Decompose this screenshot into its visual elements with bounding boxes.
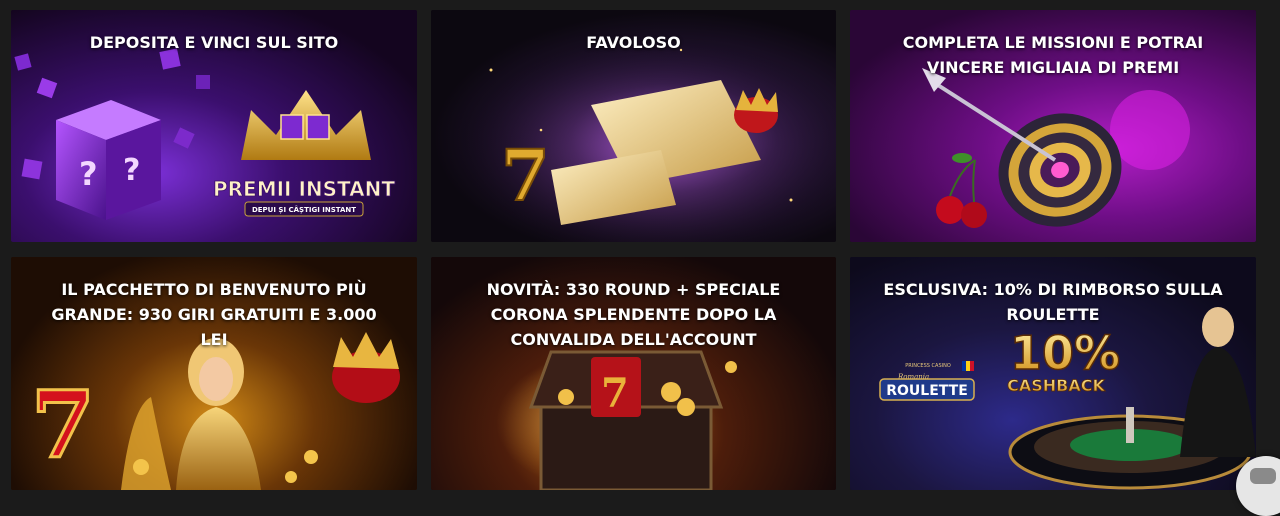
chat-bubble-icon bbox=[1250, 468, 1276, 484]
svg-text:7: 7 bbox=[601, 370, 629, 417]
promo-title: NOVITÀ: 330 ROUND + SPECIALE CORONA SPLE… bbox=[486, 280, 781, 349]
promo-card-roulette-cashback[interactable]: 10% CASHBACK PRINCESS CASINO Romania ROU… bbox=[850, 257, 1256, 490]
promo-card-favoloso[interactable]: 7 FAVOLOSO bbox=[431, 10, 836, 242]
promo-card-welcome-package[interactable]: 7 IL PACCHETTO DI BENVENUTO PIÙ GRANDE: … bbox=[11, 257, 417, 490]
promo-title: DEPOSITA E VINCI SUL SITO bbox=[89, 33, 339, 52]
promo-card-new-rounds[interactable]: 7 NOVITÀ: 330 ROUND + SPECIALE CORONA SP… bbox=[431, 257, 836, 490]
cashback-label: CASHBACK bbox=[1007, 376, 1105, 395]
casino-brand-top: PRINCESS CASINO bbox=[905, 363, 951, 369]
svg-text:7: 7 bbox=[501, 134, 550, 217]
cashback-percent: 10% bbox=[1010, 326, 1120, 380]
promo-title: COMPLETA LE MISSIONI E POTRAI VINCERE MI… bbox=[902, 33, 1204, 77]
promo-card-deposit-win[interactable]: ? ? PREMII INSTANT DEPUI ȘI CÂȘTIGI INST… bbox=[11, 10, 417, 242]
promo-card-missions[interactable]: COMPLETA LE MISSIONI E POTRAI VINCERE MI… bbox=[850, 10, 1256, 242]
promo-title: IL PACCHETTO DI BENVENUTO PIÙ GRANDE: 93… bbox=[51, 280, 377, 349]
svg-text:?: ? bbox=[123, 153, 140, 188]
promo-title: ESCLUSIVA: 10% DI RIMBORSO SULLA ROULETT… bbox=[883, 280, 1223, 324]
promotions-grid: ? ? PREMII INSTANT DEPUI ȘI CÂȘTIGI INST… bbox=[11, 10, 1257, 490]
roulette-label: ROULETTE bbox=[886, 383, 968, 399]
svg-text:7: 7 bbox=[31, 371, 95, 479]
premii-instant-headline: PREMII INSTANT bbox=[213, 177, 395, 201]
svg-text:?: ? bbox=[79, 155, 98, 193]
promo-title: FAVOLOSO bbox=[586, 33, 681, 52]
premii-instant-subline: DEPUI ȘI CÂȘTIGI INSTANT bbox=[252, 205, 356, 214]
